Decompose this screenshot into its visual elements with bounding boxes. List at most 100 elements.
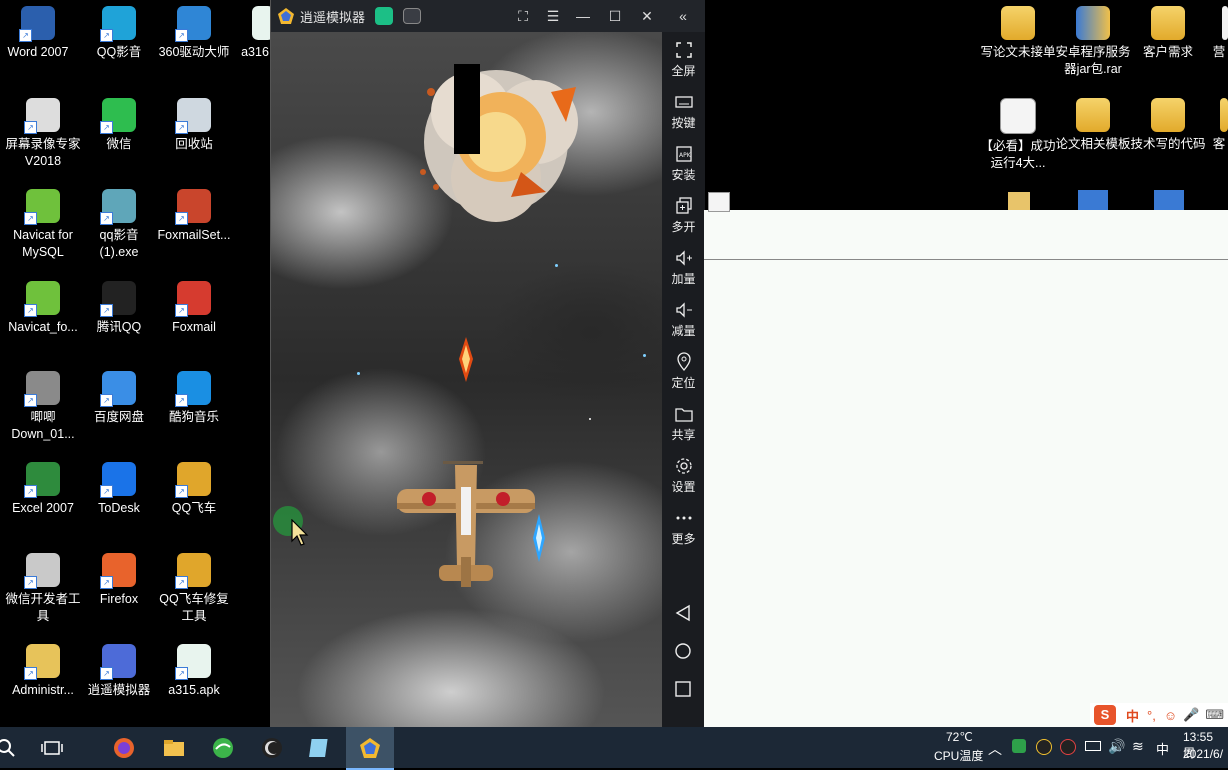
qq-video-exe[interactable]: ↗ qq影音 (1).exe xyxy=(81,189,157,261)
rar-archive-icon xyxy=(1076,6,1110,40)
sidebar-fullscreen-button[interactable]: 全屏 xyxy=(662,40,705,79)
game-app-tab-icon[interactable] xyxy=(375,7,394,25)
sidebar-location-button[interactable]: 定位 xyxy=(662,352,705,391)
minimize-icon[interactable]: — xyxy=(573,6,593,26)
task-view-icon[interactable] xyxy=(40,736,64,760)
shortcut-arrow-icon: ↗ xyxy=(175,304,188,317)
sidebar-install-apk-button[interactable]: APK 安装 xyxy=(662,144,705,183)
screen-recorder-shortcut[interactable]: ↗ 屏幕录像专家V2018 xyxy=(5,98,81,170)
qq-video-shortcut[interactable]: ↗ QQ影音 xyxy=(81,6,157,61)
recycle-bin[interactable]: ↗ 回收站 xyxy=(156,98,232,153)
emoji-icon[interactable]: ☺ xyxy=(1164,708,1177,723)
qq-tray-icon-2[interactable] xyxy=(1060,739,1076,755)
folder-tech-code[interactable]: 技术写的代码 xyxy=(1130,98,1206,153)
firefox-taskbar-icon[interactable] xyxy=(112,736,136,760)
android-home-icon[interactable] xyxy=(674,642,692,660)
punctuation-icon[interactable]: °, xyxy=(1147,708,1156,723)
menu-icon[interactable]: ☰ xyxy=(543,6,563,26)
close-icon[interactable]: ✕ xyxy=(637,6,657,26)
firefox-shortcut[interactable]: ↗ Firefox xyxy=(81,553,157,608)
game-screen[interactable] xyxy=(271,32,662,727)
android-recents-icon[interactable] xyxy=(674,680,692,698)
shortcut-arrow-icon: ↗ xyxy=(100,485,113,498)
screenshot-tab-icon[interactable] xyxy=(403,8,422,24)
foxmail-setup[interactable]: ↗ FoxmailSet... xyxy=(156,189,232,244)
a315-apk[interactable]: ↗ a315.apk xyxy=(156,644,232,699)
folder-client-needs[interactable]: 客户需求 xyxy=(1130,6,1206,61)
android-back-icon[interactable] xyxy=(674,604,692,622)
shortcut-arrow-icon: ↗ xyxy=(24,121,37,134)
qq-video-icon: ↗ xyxy=(100,6,136,42)
ime-lang[interactable]: 中 xyxy=(1126,706,1139,725)
xiaoyao-icon: ↗ xyxy=(100,644,136,680)
keyboard-icon[interactable]: ⌨ xyxy=(1205,707,1224,723)
folder-thesis-templates[interactable]: 论文相关模板 xyxy=(1055,98,1131,153)
sidebar-settings-button[interactable]: 设置 xyxy=(662,456,705,495)
eclipse-icon[interactable] xyxy=(260,736,284,760)
administrator-folder[interactable]: ↗ Administr... xyxy=(5,644,81,699)
a316-shortcut-partial[interactable]: a316 xyxy=(238,6,272,61)
star xyxy=(357,372,360,375)
browser-360-icon[interactable] xyxy=(211,736,235,760)
sidebar-keymap-button[interactable]: 按键 xyxy=(662,92,705,131)
battery-icon[interactable] xyxy=(1085,741,1101,751)
kugou-music-shortcut[interactable]: ↗ 酷狗音乐 xyxy=(156,371,232,426)
sidebar-share-button[interactable]: 共享 xyxy=(662,404,705,443)
voice-icon[interactable]: 🎤 xyxy=(1183,707,1199,723)
shortcut-arrow-icon: ↗ xyxy=(24,485,37,498)
navicat-fo-shortcut[interactable]: ↗ Navicat_fo... xyxy=(5,281,81,336)
qq-tray-icon[interactable] xyxy=(1036,739,1052,755)
doc-must-read[interactable]: 【必看】成功运行4大... xyxy=(980,98,1056,172)
desktop-icon-label: Navicat_fo... xyxy=(8,320,78,334)
notepad-icon[interactable] xyxy=(308,736,332,760)
emulator-sidebar: 全屏按键 APK 安装多开加量减量定位共享设置更多 xyxy=(662,32,705,727)
player-plane-sprite[interactable] xyxy=(397,457,537,597)
recorder-icon: ↗ xyxy=(24,98,60,134)
sidebar-multi-instance-button[interactable]: 多开 xyxy=(662,196,705,235)
clock-date[interactable]: 2021/6/ xyxy=(1183,747,1223,761)
baidu-netdisk-shortcut[interactable]: ↗ 百度网盘 xyxy=(81,371,157,426)
wechat-devtools-shortcut[interactable]: ↗ 微信开发者工具 xyxy=(5,553,81,625)
excel-2007-shortcut[interactable]: ↗ Excel 2007 xyxy=(5,462,81,517)
sidebar-more-button[interactable]: 更多 xyxy=(662,508,705,547)
file-explorer-icon[interactable] xyxy=(162,736,186,760)
wechat-shortcut[interactable]: ↗ 微信 xyxy=(81,98,157,153)
sidebar-volume-down-button[interactable]: 减量 xyxy=(662,300,705,339)
wechat-devtools-icon: ↗ xyxy=(24,553,60,589)
sidebar-volume-up-button[interactable]: 加量 xyxy=(662,248,705,287)
360-driver-shortcut[interactable]: ↗ 360驱动大师 xyxy=(156,6,232,61)
ke-folder-partial[interactable]: 客 xyxy=(1210,98,1228,153)
emulator-title-bar[interactable]: 逍遥模拟器 ⛶ ☰ — ☐ ✕ « xyxy=(271,0,705,32)
foxmail-shortcut[interactable]: ↗ Foxmail xyxy=(156,281,232,336)
shortcut-arrow-icon: ↗ xyxy=(175,485,188,498)
volume-icon[interactable]: 🔊 xyxy=(1108,738,1125,755)
search-icon[interactable] xyxy=(0,736,18,760)
xiaoyao-taskbar-icon[interactable] xyxy=(358,736,382,760)
todesk-shortcut[interactable]: ↗ ToDesk xyxy=(81,462,157,517)
tencent-qq-shortcut[interactable]: ↗ 腾讯QQ xyxy=(81,281,157,336)
android-server-rar[interactable]: 安卓程序服务器jar包.rar xyxy=(1055,6,1131,78)
word-2007-shortcut[interactable]: ↗ Word 2007 xyxy=(0,6,76,61)
download-icon: ↗ xyxy=(24,371,60,407)
fullscreen-toggle-icon[interactable]: ⛶ xyxy=(513,6,533,26)
shortcut-arrow-icon: ↗ xyxy=(24,212,37,225)
ime-indicator[interactable]: 中 xyxy=(1156,739,1169,758)
collapse-sidebar-icon[interactable]: « xyxy=(673,6,693,26)
tray-app-icon-green[interactable] xyxy=(1012,739,1026,753)
navicat-mysql-shortcut[interactable]: ↗ Navicat for MySQL xyxy=(5,189,81,261)
ying-folder-partial[interactable]: 营 xyxy=(1210,6,1228,61)
qq-speed-repair-shortcut[interactable]: ↗ QQ飞车修复工具 xyxy=(156,553,232,625)
shortcut-arrow-icon: ↗ xyxy=(100,212,113,225)
wifi-icon[interactable]: ≋ xyxy=(1132,738,1144,755)
fullscreen-icon xyxy=(675,42,692,58)
folder-icon xyxy=(1222,6,1228,40)
qq-speed-shortcut[interactable]: ↗ QQ飞车 xyxy=(156,462,232,517)
folder-unreceived-papers[interactable]: 写论文未接单 xyxy=(980,6,1056,61)
chevron-up-icon[interactable]: ︿ xyxy=(988,739,1002,759)
maximize-icon[interactable]: ☐ xyxy=(605,6,625,26)
jiji-down-shortcut[interactable]: ↗ 唧唧 Down_01... xyxy=(5,371,81,443)
shortcut-arrow-icon: ↗ xyxy=(175,212,188,225)
sogou-ime-bar[interactable]: S 中 °, ☺ 🎤 ⌨ xyxy=(1090,703,1228,727)
xiaoyao-emulator-shortcut[interactable]: ↗ 逍遥模拟器 xyxy=(81,644,157,699)
desktop-icon-label: 论文相关模板 xyxy=(1055,137,1131,151)
